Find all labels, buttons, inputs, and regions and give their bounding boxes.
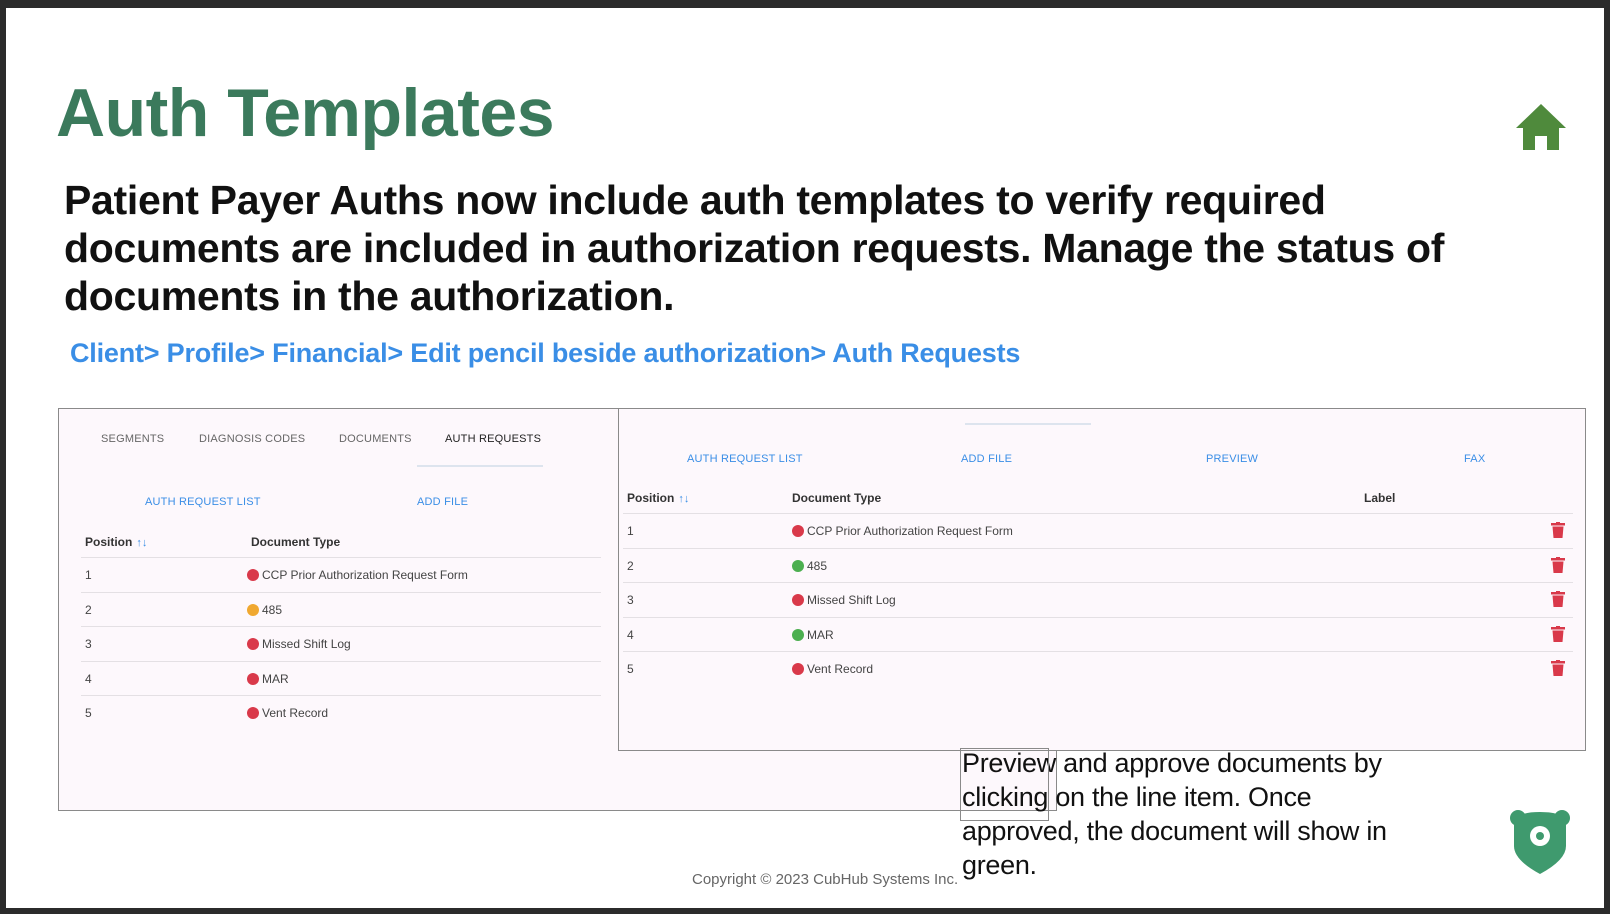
document-type-label: MAR bbox=[262, 671, 289, 686]
position-cell: 2 bbox=[627, 558, 634, 573]
table-row[interactable]: 4 MAR bbox=[81, 660, 601, 696]
document-type-cell: MAR bbox=[247, 672, 289, 686]
document-type-label: 485 bbox=[262, 602, 283, 617]
copyright-text: Copyright © 2023 CubHub Systems Inc. bbox=[692, 871, 959, 888]
position-cell: 1 bbox=[627, 524, 634, 538]
document-type-cell: Vent Record bbox=[792, 662, 873, 676]
add-file-button[interactable]: ADD FILE bbox=[417, 496, 468, 508]
table-row[interactable]: 2 485 bbox=[623, 547, 1573, 583]
status-dot-red bbox=[792, 663, 804, 675]
table-row[interactable]: 5 Vent Record bbox=[623, 651, 1573, 686]
tab-segments[interactable]: SEGMENTS bbox=[101, 433, 164, 445]
table-row[interactable]: 2 485 bbox=[81, 591, 601, 627]
document-type-cell: CCP Prior Authorization Request Form bbox=[792, 524, 1013, 538]
table-row[interactable]: 4 MAR bbox=[623, 616, 1573, 652]
home-icon[interactable] bbox=[1514, 102, 1568, 152]
position-cell: 3 bbox=[85, 637, 92, 651]
preview-button[interactable]: PREVIEW bbox=[1206, 453, 1258, 465]
document-type-cell: Vent Record bbox=[247, 706, 328, 720]
status-dot-red bbox=[247, 569, 259, 581]
document-type-label: MAR bbox=[807, 627, 834, 642]
breadcrumb: Client> Profile> Financial> Edit pencil … bbox=[70, 338, 1021, 368]
tab-auth-requests[interactable]: AUTH REQUESTS bbox=[445, 433, 541, 445]
position-cell: 4 bbox=[627, 627, 634, 642]
document-type-label: Vent Record bbox=[807, 662, 874, 676]
document-type-label: Missed Shift Log bbox=[262, 637, 351, 651]
position-cell: 5 bbox=[85, 706, 92, 720]
table-row[interactable]: 5 Vent Record bbox=[81, 695, 601, 730]
column-header-position[interactable]: Position ↑↓ bbox=[627, 491, 689, 505]
active-tab-indicator bbox=[417, 465, 543, 467]
add-file-button[interactable]: ADD FILE bbox=[961, 453, 1012, 465]
trash-icon[interactable] bbox=[1551, 556, 1565, 573]
tab-diagnosis-codes[interactable]: DIAGNOSIS CODES bbox=[199, 433, 305, 445]
position-cell: 1 bbox=[85, 568, 92, 582]
status-dot-red bbox=[792, 594, 804, 606]
position-cell: 4 bbox=[85, 671, 92, 686]
column-header-document-type: Document Type bbox=[251, 535, 341, 549]
trash-icon[interactable] bbox=[1551, 522, 1565, 538]
document-type-cell: Missed Shift Log bbox=[247, 637, 351, 651]
table-row[interactable]: 3 Missed Shift Log bbox=[623, 582, 1573, 617]
position-cell: 2 bbox=[85, 602, 92, 617]
column-header-label: Label bbox=[1364, 491, 1396, 505]
status-dot-green bbox=[792, 628, 804, 641]
document-type-label: Vent Record bbox=[262, 706, 329, 720]
column-header-position[interactable]: Position ↑↓ bbox=[85, 535, 147, 549]
status-dot-red bbox=[247, 707, 259, 719]
document-type-cell: Missed Shift Log bbox=[792, 593, 896, 607]
position-cell: 5 bbox=[627, 662, 634, 676]
trash-icon[interactable] bbox=[1551, 625, 1565, 642]
slide-description: Patient Payer Auths now include auth tem… bbox=[64, 177, 1445, 319]
slide: Auth Templates Patient Payer Auths now i… bbox=[6, 8, 1604, 908]
document-type-cell: MAR bbox=[792, 628, 834, 642]
auth-request-list-button[interactable]: AUTH REQUEST LIST bbox=[145, 496, 261, 508]
auth-request-list-button[interactable]: AUTH REQUEST LIST bbox=[687, 453, 803, 465]
auth-requests-screenshot-after: AUTH REQUEST LIST ADD FILE PREVIEW FAX P… bbox=[618, 408, 1586, 751]
column-header-document-type: Document Type bbox=[792, 491, 882, 505]
status-dot-red bbox=[247, 672, 259, 685]
trash-icon[interactable] bbox=[1551, 591, 1565, 607]
table-row[interactable]: 1 CCP Prior Authorization Request Form bbox=[81, 557, 601, 592]
status-dot-red bbox=[792, 525, 804, 537]
status-dot-red bbox=[247, 638, 259, 650]
tab-documents[interactable]: DOCUMENTS bbox=[339, 433, 412, 445]
document-type-label: 485 bbox=[807, 558, 828, 573]
table-row[interactable]: 1 CCP Prior Authorization Request Form bbox=[623, 513, 1573, 548]
document-type-label: Missed Shift Log bbox=[807, 593, 896, 607]
status-dot-green bbox=[792, 559, 804, 572]
document-type-label: CCP Prior Authorization Request Form bbox=[807, 524, 1013, 538]
active-tab-indicator bbox=[965, 423, 1091, 425]
tab-bar: SEGMENTS DIAGNOSIS CODES DOCUMENTS AUTH … bbox=[59, 433, 619, 473]
cubhub-logo-icon bbox=[1510, 810, 1570, 874]
fax-button[interactable]: FAX bbox=[1464, 453, 1485, 465]
document-type-cell: CCP Prior Authorization Request Form bbox=[247, 568, 468, 582]
instruction-note: Preview and approve documents by clickin… bbox=[962, 748, 1387, 880]
document-type-cell: 485 bbox=[247, 603, 282, 617]
position-cell: 3 bbox=[627, 593, 634, 607]
status-dot-orange bbox=[247, 603, 259, 616]
document-type-cell: 485 bbox=[792, 559, 827, 573]
page-title: Auth Templates bbox=[56, 75, 555, 151]
sort-icon[interactable]: ↑↓ bbox=[136, 537, 147, 549]
trash-icon[interactable] bbox=[1551, 660, 1565, 676]
sort-icon[interactable]: ↑↓ bbox=[678, 493, 689, 505]
table-row[interactable]: 3 Missed Shift Log bbox=[81, 626, 601, 661]
document-type-label: CCP Prior Authorization Request Form bbox=[262, 568, 468, 582]
